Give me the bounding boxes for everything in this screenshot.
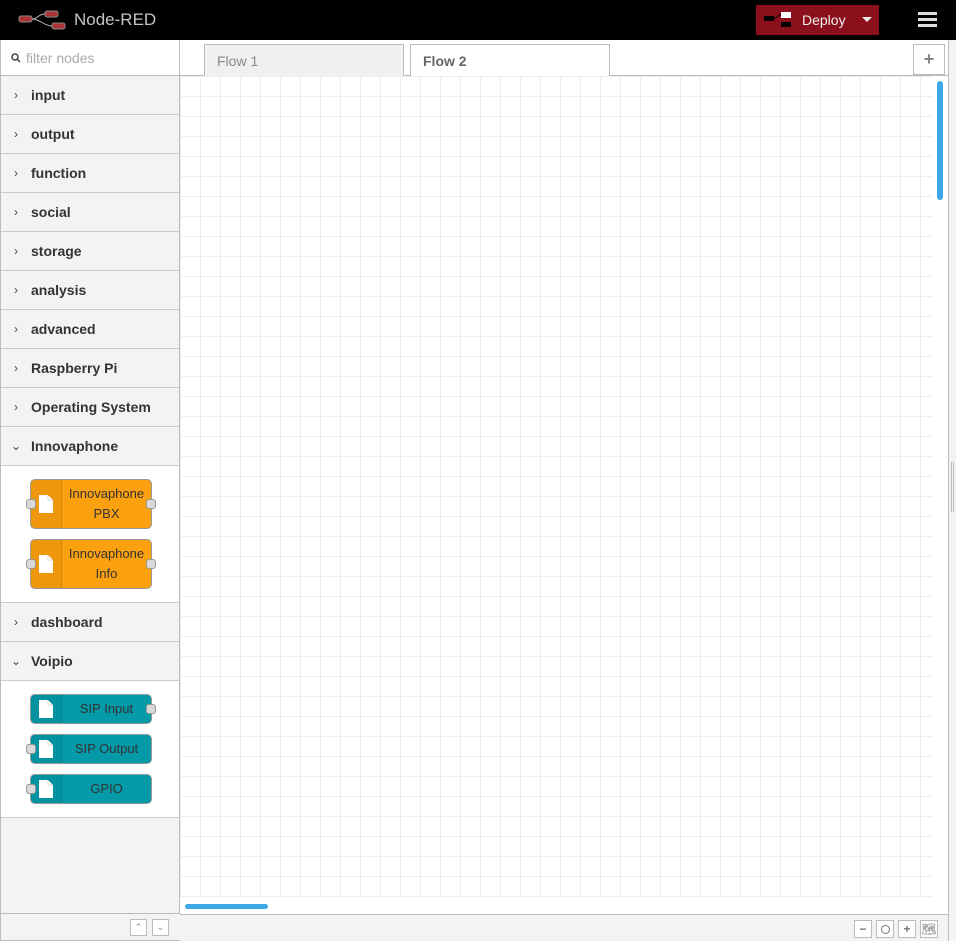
category-label: Operating System [31, 399, 151, 415]
node-red-logo-icon [18, 10, 66, 30]
category-label: function [31, 165, 87, 181]
horizontal-scrollbar[interactable] [185, 904, 268, 909]
circle-icon [880, 924, 890, 934]
deploy-icon [764, 12, 791, 27]
workspace-tabs: Flow 1 Flow 2 + [180, 40, 948, 77]
file-icon [31, 695, 62, 723]
input-port [26, 784, 36, 794]
header: Node-RED Deploy [0, 0, 956, 40]
deploy-label: Deploy [802, 12, 846, 28]
navigator-button[interactable]: 🗺 [920, 920, 938, 938]
search-input[interactable]: filter nodes [26, 50, 94, 66]
chevron-right-icon: › [14, 615, 18, 629]
sidebar-separator[interactable] [948, 40, 956, 941]
zoom-in-button[interactable]: + [898, 920, 916, 938]
tab-flow-1[interactable]: Flow 1 [204, 44, 404, 76]
category-label: Innovaphone [31, 438, 119, 454]
chevron-right-icon: › [14, 88, 18, 102]
chevron-right-icon: › [14, 205, 18, 219]
palette-node[interactable]: GPIO [26, 774, 152, 804]
palette-node[interactable]: SIP Output [26, 734, 152, 764]
flow-canvas[interactable] [180, 76, 932, 898]
deploy-button[interactable]: Deploy [756, 5, 879, 35]
output-port [146, 704, 156, 714]
node-label: Innovaphone [68, 546, 145, 561]
category-label: input [31, 87, 66, 103]
plus-icon: + [903, 922, 911, 936]
tab-label: Flow 1 [217, 52, 259, 69]
palette-category-storage[interactable]: › storage [1, 232, 179, 271]
map-icon: 🗺 [921, 922, 937, 936]
category-label: analysis [31, 282, 87, 298]
palette-category-social[interactable]: › social [1, 193, 179, 232]
node-label: PBX [93, 506, 120, 521]
input-port [26, 499, 36, 509]
node-label: SIP Input [79, 701, 134, 716]
chevron-right-icon: › [14, 283, 18, 297]
add-flow-button[interactable]: + [913, 44, 945, 75]
input-port [26, 744, 36, 754]
palette-category-input[interactable]: › input [1, 76, 179, 115]
menu-bar-icon [918, 12, 937, 15]
category-label: storage [31, 243, 82, 259]
chevron-right-icon: › [14, 127, 18, 141]
collapse-all-button[interactable]: ⌃ [130, 919, 147, 936]
palette-category-voipio[interactable]: ⌄ Voipio [1, 642, 179, 681]
chevron-right-icon: › [14, 322, 18, 336]
palette-search[interactable]: filter nodes [1, 40, 179, 76]
category-label: advanced [31, 321, 96, 337]
drag-handle-icon [951, 462, 954, 512]
zoom-out-button[interactable]: − [854, 920, 872, 938]
menu-bar-icon [918, 24, 937, 27]
logo: Node-RED [18, 10, 156, 30]
chevron-right-icon: › [14, 166, 18, 180]
node-label: GPIO [90, 781, 123, 796]
category-label: Raspberry Pi [31, 360, 118, 376]
chevron-down-icon: ⌄ [10, 654, 22, 668]
deploy-dropdown-button[interactable] [855, 5, 879, 35]
chevron-right-icon: › [14, 244, 18, 258]
tab-label: Flow 2 [423, 53, 467, 69]
chevron-right-icon: › [14, 361, 18, 375]
output-port [146, 559, 156, 569]
plus-icon: + [923, 49, 935, 69]
palette-node[interactable]: Innovaphone PBX [26, 479, 156, 529]
node-palette: filter nodes › input › output › function › soci… [0, 40, 180, 941]
voipio-nodes: SIP Input SIP Output GPIO [1, 681, 179, 818]
main-menu-button[interactable] [918, 12, 937, 30]
palette-node[interactable]: Innovaphone Info [26, 539, 156, 589]
palette-category-dashboard[interactable]: › dashboard [1, 603, 179, 642]
zoom-reset-button[interactable] [876, 920, 894, 938]
chevron-down-icon: ⌄ [10, 439, 22, 453]
innovaphone-nodes: Innovaphone PBX Innovaphone Info [1, 466, 179, 603]
palette-category-operating-system[interactable]: › Operating System [1, 388, 179, 427]
output-port [146, 499, 156, 509]
palette-category-analysis[interactable]: › analysis [1, 271, 179, 310]
menu-bar-icon [918, 18, 937, 21]
category-label: output [31, 126, 75, 142]
category-label: dashboard [31, 614, 103, 630]
node-label: Innovaphone [68, 486, 145, 501]
palette-category-innovaphone[interactable]: ⌄ Innovaphone [1, 427, 179, 466]
palette-category-output[interactable]: › output [1, 115, 179, 154]
vertical-scrollbar[interactable] [937, 81, 943, 200]
category-label: Voipio [31, 653, 73, 669]
category-label: social [31, 204, 71, 220]
node-label: SIP Output [74, 741, 139, 756]
palette-category-raspberry-pi[interactable]: › Raspberry Pi [1, 349, 179, 388]
expand-all-button[interactable]: ⌄ [152, 919, 169, 936]
workspace-footer: − + 🗺 [180, 914, 948, 941]
node-label: Info [95, 566, 118, 581]
input-port [26, 559, 36, 569]
chevron-right-icon: › [14, 400, 18, 414]
minus-icon: − [859, 922, 867, 936]
tab-flow-2[interactable]: Flow 2 [410, 44, 610, 77]
caret-down-icon [862, 17, 872, 22]
app-title: Node-RED [74, 10, 157, 29]
palette-footer: ⌃ ⌄ [1, 913, 180, 940]
search-icon [11, 52, 21, 63]
palette-category-advanced[interactable]: › advanced [1, 310, 179, 349]
palette-category-function[interactable]: › function [1, 154, 179, 193]
palette-node[interactable]: SIP Input [30, 694, 156, 724]
